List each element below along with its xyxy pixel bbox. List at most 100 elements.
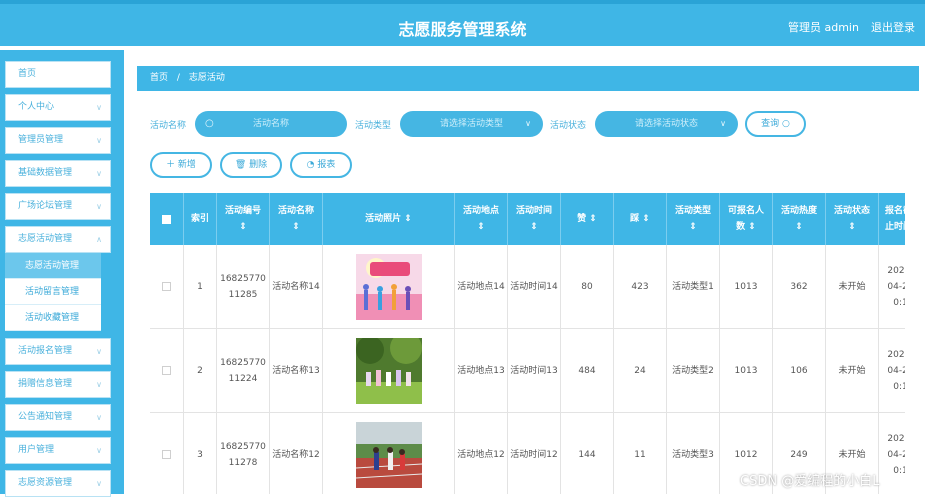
sidebar: 首页 个人中心 ∨ 管理员管理 ∨ 基础数据管理 ∨ 广场论坛管理 ∨ 志愿活动管理 ∧ … <box>0 50 124 497</box>
sidebar-item-basic-data[interactable]: 基础数据管理 ∨ <box>5 160 111 187</box>
breadcrumb: 首页 / 志愿活动 <box>137 66 919 91</box>
query-button[interactable]: 查询 ○ <box>745 111 806 137</box>
sidebar-item-profile[interactable]: 个人中心 ∨ <box>5 94 111 121</box>
sidebar-item-label: 志愿活动管理 <box>18 234 73 244</box>
select-all-header[interactable] <box>150 193 184 245</box>
column-header[interactable]: 活动状态 ⇕ <box>826 193 879 245</box>
cell-code: 1682577011278 <box>217 413 270 494</box>
sidebar-subitem-activity-favorites[interactable]: 活动收藏管理 <box>5 305 101 331</box>
sidebar-subitem-activity-messages[interactable]: 活动留言管理 <box>5 279 101 305</box>
cell-name: 活动名称14 <box>270 245 323 329</box>
cell-like: 144 <box>561 413 614 494</box>
cell-code: 1682577011285 <box>217 245 270 329</box>
column-header: 索引 <box>184 193 217 245</box>
sidebar-item-resources[interactable]: 志愿资源管理 ∨ <box>5 470 111 497</box>
filter-name-label: 活动名称 <box>150 121 187 131</box>
add-button[interactable]: ＋ 新增 <box>150 152 212 178</box>
chevron-down-icon: ∨ <box>96 446 102 455</box>
cell-place: 活动地点12 <box>455 413 508 494</box>
row-checkbox[interactable] <box>162 366 171 375</box>
cell-capacity: 1013 <box>720 329 773 413</box>
sidebar-item-label: 广场论坛管理 <box>18 201 73 211</box>
cell-type: 活动类型2 <box>667 329 720 413</box>
select-all-checkbox[interactable] <box>162 214 171 224</box>
chevron-down-icon: ∨ <box>96 103 102 112</box>
chevron-down-icon: ∨ <box>96 202 102 211</box>
chevron-down-icon: ∨ <box>96 169 102 178</box>
cell-type: 活动类型3 <box>667 413 720 494</box>
sidebar-item-registrations[interactable]: 活动报名管理 ∨ <box>5 338 111 365</box>
chevron-down-icon: ∨ <box>96 413 102 422</box>
activity-photo-running-track <box>355 421 422 488</box>
cell-deadline: 2023-04-28 0:1 <box>879 413 905 494</box>
chevron-down-icon: ∨ <box>96 347 102 356</box>
sidebar-item-users[interactable]: 用户管理 ∨ <box>5 437 111 464</box>
cell-dislike: 423 <box>614 245 667 329</box>
column-header[interactable]: 活动照片 ⇕ <box>323 193 455 245</box>
cell-index: 1 <box>184 245 217 329</box>
column-header[interactable]: 踩 ⇕ <box>614 193 667 245</box>
sidebar-item-forum[interactable]: 广场论坛管理 ∨ <box>5 193 111 220</box>
activity-name-input[interactable]: ○ 活动名称 <box>195 111 347 137</box>
cell-dislike: 24 <box>614 329 667 413</box>
breadcrumb-separator: / <box>176 73 180 83</box>
sidebar-subitem-activity-manage[interactable]: 志愿活动管理 <box>5 253 101 279</box>
sidebar-item-label: 首页 <box>18 69 37 79</box>
cell-photo <box>323 329 455 413</box>
activity-name-placeholder: 活动名称 <box>252 119 289 129</box>
cell-time: 活动时间13 <box>508 329 561 413</box>
sidebar-item-activities[interactable]: 志愿活动管理 ∧ <box>5 226 111 253</box>
cell-place: 活动地点14 <box>455 245 508 329</box>
sidebar-item-label: 个人中心 <box>18 102 55 112</box>
cell-photo <box>323 245 455 329</box>
breadcrumb-home[interactable]: 首页 <box>150 73 168 83</box>
cell-type: 活动类型1 <box>667 245 720 329</box>
row-checkbox[interactable] <box>162 282 171 291</box>
column-header[interactable]: 活动热度 ⇕ <box>773 193 826 245</box>
cell-name: 活动名称12 <box>270 413 323 494</box>
cell-deadline: 2023-04-28 0:1 <box>879 329 905 413</box>
column-header[interactable]: 活动时间 ⇕ <box>508 193 561 245</box>
column-header[interactable]: 赞 ⇕ <box>561 193 614 245</box>
sidebar-item-label: 基础数据管理 <box>18 168 73 178</box>
sidebar-item-label: 用户管理 <box>18 445 55 455</box>
sidebar-item-admins[interactable]: 管理员管理 ∨ <box>5 127 111 154</box>
activity-photo-park-dance <box>355 337 422 404</box>
chevron-down-icon: ∨ <box>720 119 726 128</box>
cell-deadline: 2023-04-28 0:1 <box>879 245 905 329</box>
table-row[interactable] <box>150 413 184 494</box>
cell-photo <box>323 413 455 494</box>
activity-type-select[interactable]: 请选择活动类型 ∨ <box>400 111 543 137</box>
cell-capacity: 1013 <box>720 245 773 329</box>
column-header[interactable]: 报名截止时间 <box>879 193 905 245</box>
column-header[interactable]: 活动地点 ⇕ <box>455 193 508 245</box>
table-row[interactable] <box>150 245 184 329</box>
sidebar-item-label: 管理员管理 <box>18 135 64 145</box>
logout-link[interactable]: 退出登录 <box>871 19 915 35</box>
chevron-down-icon: ∨ <box>96 479 102 488</box>
breadcrumb-current: 志愿活动 <box>188 73 225 83</box>
column-header[interactable]: 活动类型 ⇕ <box>667 193 720 245</box>
filter-type-label: 活动类型 <box>355 121 392 131</box>
column-header[interactable]: 活动名称 ⇕ <box>270 193 323 245</box>
sidebar-item-notices[interactable]: 公告通知管理 ∨ <box>5 404 111 431</box>
column-header[interactable]: 可报名人数 ⇕ <box>720 193 773 245</box>
cell-index: 2 <box>184 329 217 413</box>
sidebar-item-label: 志愿资源管理 <box>18 478 73 488</box>
activity-status-select[interactable]: 请选择活动状态 ∨ <box>595 111 738 137</box>
chevron-up-icon: ∧ <box>96 235 102 244</box>
row-checkbox[interactable] <box>162 450 171 459</box>
chevron-down-icon: ∨ <box>96 380 102 389</box>
search-icon: ○ <box>205 118 214 129</box>
cell-heat: 106 <box>773 329 826 413</box>
table-row[interactable] <box>150 329 184 413</box>
delete-button[interactable]: 🗑 删除 <box>220 152 282 178</box>
cell-time: 活动时间12 <box>508 413 561 494</box>
sidebar-item-home[interactable]: 首页 <box>5 61 111 88</box>
column-header[interactable]: 活动编号 ⇕ <box>217 193 270 245</box>
sidebar-item-label: 活动报名管理 <box>18 346 73 356</box>
report-button[interactable]: ◔ 报表 <box>290 152 352 178</box>
cell-name: 活动名称13 <box>270 329 323 413</box>
cell-code: 1682577011224 <box>217 329 270 413</box>
sidebar-item-donations[interactable]: 捐赠信息管理 ∨ <box>5 371 111 398</box>
